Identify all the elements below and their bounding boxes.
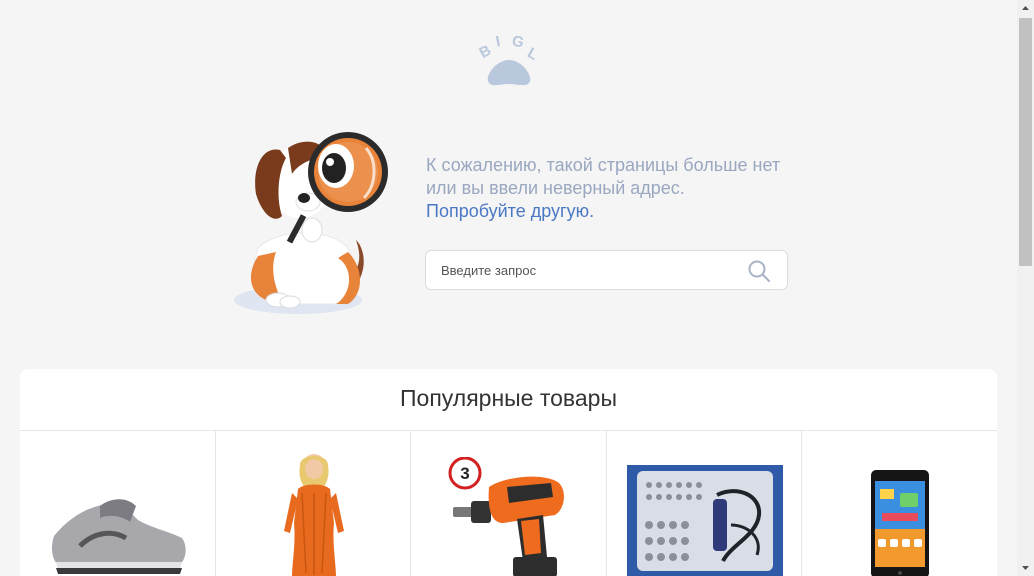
chevron-up-icon — [1022, 6, 1029, 10]
svg-text:G: G — [510, 34, 525, 51]
drill-badge: 3 — [460, 464, 469, 483]
sneakers-image — [40, 476, 194, 576]
product-card[interactable] — [607, 431, 803, 576]
try-another-link[interactable]: Попробуйте другую. — [426, 200, 826, 223]
svg-text:I: I — [494, 34, 501, 51]
product-card[interactable] — [20, 431, 216, 576]
product-list: 3 — [20, 431, 997, 576]
error-line-1: К сожалению, такой страницы больше нет — [426, 155, 781, 175]
orange-dress-image — [283, 454, 344, 576]
search-icon — [748, 260, 770, 282]
drill-image: 3 — [448, 457, 565, 576]
search-input[interactable] — [441, 251, 741, 289]
search-button[interactable] — [747, 259, 771, 283]
popular-products-title: Популярные товары — [400, 385, 617, 411]
paw-icon: B I G L — [476, 32, 541, 86]
svg-text:B: B — [476, 42, 494, 62]
product-card[interactable] — [802, 431, 997, 576]
smartphone-image — [871, 470, 930, 576]
tool-kit-image — [626, 465, 783, 576]
chevron-down-icon — [1022, 566, 1029, 570]
scroll-down-button[interactable] — [1017, 559, 1034, 576]
scrollbar[interactable] — [1017, 0, 1034, 576]
dog-magnifier-illustration — [228, 128, 398, 320]
product-card[interactable] — [216, 431, 412, 576]
popular-products-panel: Популярные товары 3 — [20, 369, 997, 576]
scroll-up-button[interactable] — [1017, 0, 1034, 17]
scroll-thumb[interactable] — [1019, 18, 1032, 266]
error-line-2: или вы ввели неверный адрес. — [426, 178, 685, 198]
search-box — [425, 250, 788, 290]
bigl-logo[interactable]: B I G L — [474, 32, 544, 90]
svg-text:L: L — [524, 44, 540, 63]
error-message: К сожалению, такой страницы больше нет и… — [426, 154, 826, 223]
product-card[interactable]: 3 — [411, 431, 607, 576]
page: B I G L К сожалению, такой страницы боль… — [0, 0, 1034, 576]
